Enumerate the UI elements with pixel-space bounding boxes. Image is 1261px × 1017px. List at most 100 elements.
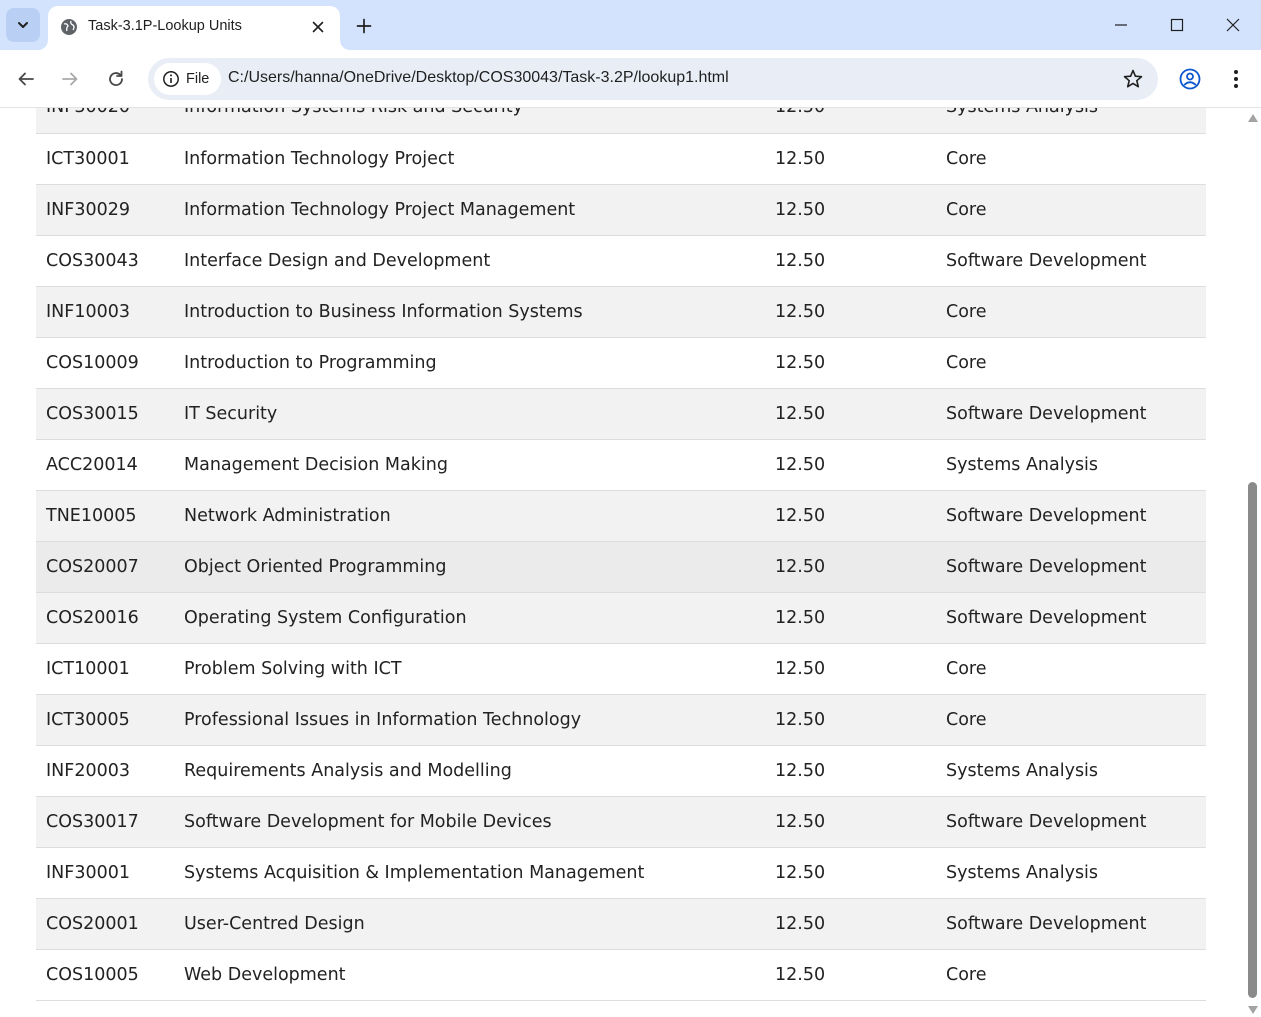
credit-points-cell: 12.50 [765, 235, 936, 287]
unit-title-cell: Operating System Configuration [174, 592, 765, 644]
table-row: COS20001 User-Centred Design 12.50 Software… [36, 898, 1206, 950]
units-table-body: INF30020Information Systems Risk and Sec… [36, 108, 1206, 1001]
address-bar[interactable]: File C:/Users/hanna/OneDrive/Desktop/COS… [148, 58, 1158, 100]
unit-code-cell: ICT30001 [36, 133, 174, 185]
credit-points-cell: 12.50 [765, 796, 936, 848]
table-row: COS20016 Operating System Configuration 12… [36, 592, 1206, 644]
unit-code-cell: TNE10005 [36, 490, 174, 542]
table-row: ICT30005 Professional Issues in Informati… [36, 694, 1206, 746]
scroll-down-arrow-icon[interactable] [1248, 1006, 1258, 1014]
site-info-chip[interactable]: File [154, 63, 222, 95]
unit-title-cell: Introduction to Business Information Sys… [174, 286, 765, 338]
forward-button[interactable] [54, 63, 86, 95]
unit-type-cell: Core [936, 694, 1206, 746]
unit-code-cell: COS30017 [36, 796, 174, 848]
tab-strip: Task-3.1P-Lookup Units [0, 0, 1261, 50]
unit-code-cell: COS20001 [36, 898, 174, 950]
table-row: TNE10005 Network Administration 12.50 Softw… [36, 490, 1206, 542]
unit-code-cell: INF30020 [36, 108, 174, 134]
account-icon [1179, 68, 1201, 90]
table-row: COS10005 Web Development 12.50 Core [36, 949, 1206, 1001]
url-text[interactable]: C:/Users/hanna/OneDrive/Desktop/COS30043… [228, 69, 729, 87]
credit-points-cell: 12.50 [765, 490, 936, 542]
unit-code-cell: ICT30005 [36, 694, 174, 746]
unit-type-cell: Core [936, 133, 1206, 185]
more-vert-icon [1234, 70, 1238, 88]
scrollbar-thumb[interactable] [1248, 482, 1257, 998]
plus-icon [356, 18, 372, 34]
unit-code-cell: COS20007 [36, 541, 174, 593]
unit-code-cell: INF10003 [36, 286, 174, 338]
scroll-up-arrow-icon[interactable] [1248, 114, 1258, 122]
table-row: COS30043 Interface Design and Development… [36, 235, 1206, 287]
unit-type-cell: Software Development [936, 796, 1206, 848]
unit-title-cell: User-Centred Design [174, 898, 765, 950]
unit-title-cell: Problem Solving with ICT [174, 643, 765, 695]
star-icon[interactable] [1122, 68, 1144, 90]
maximize-button[interactable] [1148, 0, 1206, 50]
credit-points-cell: 12.50 [765, 388, 936, 440]
unit-title-cell: Network Administration [174, 490, 765, 542]
browser-menu-button[interactable] [1220, 63, 1252, 95]
close-window-button[interactable] [1204, 0, 1261, 50]
globe-icon [61, 19, 77, 35]
tab-search-button[interactable] [6, 8, 40, 42]
table-row: INF30020Information Systems Risk and Sec… [36, 108, 1206, 134]
unit-title-cell: Systems Acquisition & Implementation Man… [174, 847, 765, 899]
unit-title-cell: Requirements Analysis and Modelling [174, 745, 765, 797]
table-row: ICT10001 Problem Solving with ICT 12.50 Cor… [36, 643, 1206, 695]
unit-type-cell: Core [936, 337, 1206, 389]
profile-button[interactable] [1174, 63, 1206, 95]
credit-points-cell: 12.50 [765, 286, 936, 338]
unit-code-cell: ICT10001 [36, 643, 174, 695]
unit-type-cell: Core [936, 949, 1206, 1001]
credit-points-cell: 12.50 [765, 133, 936, 185]
table-row: ACC20014 Management Decision Making 12.50 S… [36, 439, 1206, 491]
minimize-icon [1115, 24, 1127, 26]
credit-points-cell: 12.50 [765, 541, 936, 593]
unit-code-cell: COS10009 [36, 337, 174, 389]
unit-title-cell: Information Systems Risk and Security [174, 108, 765, 134]
table-row: COS30017 Software Development for Mobile … [36, 796, 1206, 848]
active-tab[interactable]: Task-3.1P-Lookup Units [48, 6, 340, 50]
reload-icon [109, 70, 123, 86]
unit-title-cell: Software Development for Mobile Devices [174, 796, 765, 848]
unit-type-cell: Software Development [936, 388, 1206, 440]
close-icon [1226, 18, 1240, 32]
credit-points-cell: 12.50 [765, 694, 936, 746]
back-button[interactable] [10, 63, 42, 95]
table-row: INF30029 Information Technology Project M… [36, 184, 1206, 236]
unit-type-cell: Core [936, 643, 1206, 695]
new-tab-button[interactable] [350, 12, 378, 40]
credit-points-cell: 12.50 [765, 643, 936, 695]
unit-type-cell: Core [936, 286, 1206, 338]
table-row: COS20007 Object Oriented Programming 12.50… [36, 541, 1206, 593]
site-chip-label: File [186, 71, 210, 87]
unit-code-cell: ACC20014 [36, 439, 174, 491]
unit-type-cell: Software Development [936, 490, 1206, 542]
arrow-right-icon [62, 72, 78, 86]
page-viewport: INF30020Information Systems Risk and Sec… [0, 108, 1261, 1017]
unit-title-cell: Information Technology Project [174, 133, 765, 185]
reload-button[interactable] [100, 63, 132, 95]
table-row: INF10003 Introduction to Business Informa… [36, 286, 1206, 338]
unit-type-cell: Software Development [936, 592, 1206, 644]
minimize-button[interactable] [1092, 0, 1150, 50]
unit-type-cell: Software Development [936, 541, 1206, 593]
table-row: INF20003 Requirements Analysis and Modell… [36, 745, 1206, 797]
unit-code-cell: INF30029 [36, 184, 174, 236]
credit-points-cell: 12.50 [765, 898, 936, 950]
credit-points-cell: 12.50 [765, 949, 936, 1001]
unit-type-cell: Core [936, 184, 1206, 236]
unit-title-cell: IT Security [174, 388, 765, 440]
unit-type-cell: Software Development [936, 235, 1206, 287]
arrow-left-icon [18, 72, 34, 86]
unit-title-cell: Information Technology Project Managemen… [174, 184, 765, 236]
unit-code-cell: COS20016 [36, 592, 174, 644]
close-tab-button[interactable] [308, 17, 328, 37]
browser-toolbar: File C:/Users/hanna/OneDrive/Desktop/COS… [0, 50, 1261, 108]
credit-points-cell: 12.50 [765, 847, 936, 899]
vertical-scrollbar[interactable] [1244, 108, 1261, 1017]
table-row: ICT30001 Information Technology Project 12… [36, 133, 1206, 185]
unit-type-cell: Systems Analysis [936, 847, 1206, 899]
